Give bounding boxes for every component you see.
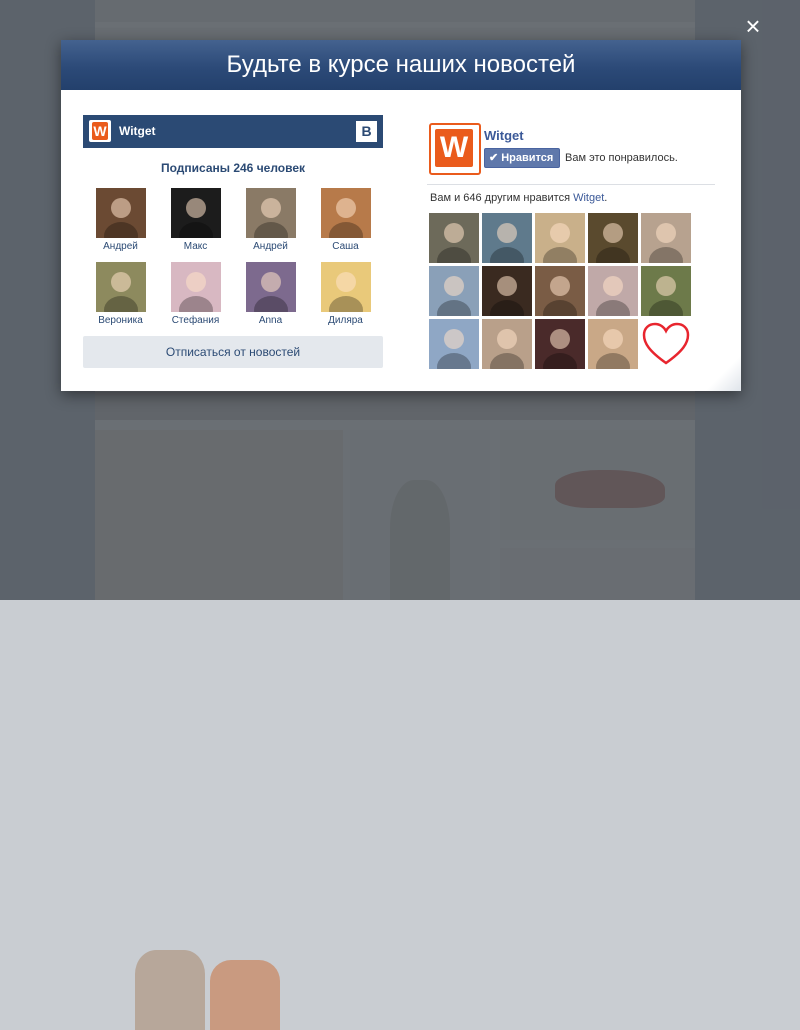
- fb-fan-avatar[interactable]: [641, 213, 691, 263]
- member-avatar[interactable]: [320, 188, 371, 238]
- member-name[interactable]: Саша: [308, 240, 383, 253]
- fb-fan-avatar[interactable]: [535, 213, 585, 263]
- member-avatar[interactable]: [245, 188, 296, 238]
- fb-fan-avatar[interactable]: [429, 213, 479, 263]
- witget-logo-icon: W: [89, 120, 111, 142]
- member-avatar[interactable]: [320, 262, 371, 312]
- vk-logo-icon[interactable]: В: [356, 121, 377, 142]
- member-name[interactable]: Anna: [233, 314, 308, 327]
- vk-member[interactable]: Вероника: [83, 262, 158, 327]
- vk-header-bar[interactable]: W Witget В: [83, 115, 383, 148]
- logo-letter: W: [92, 122, 108, 140]
- member-avatar[interactable]: [170, 262, 221, 312]
- member-name[interactable]: Макс: [158, 240, 233, 253]
- fb-fan-avatar[interactable]: [588, 213, 638, 263]
- vk-member[interactable]: Стефания: [158, 262, 233, 327]
- fb-fan-avatar[interactable]: [429, 319, 479, 369]
- fb-faces-grid: [429, 213, 691, 369]
- member-name[interactable]: Стефания: [158, 314, 233, 327]
- member-avatar[interactable]: [170, 188, 221, 238]
- member-avatar[interactable]: [245, 262, 296, 312]
- fb-liked-text: Вам это понравилось.: [565, 152, 678, 164]
- background-bag-image: [210, 960, 280, 1030]
- vk-member[interactable]: Anna: [233, 262, 308, 327]
- member-name[interactable]: Вероника: [83, 314, 158, 327]
- fb-fan-avatar[interactable]: [588, 319, 638, 369]
- fb-fan-avatar[interactable]: [482, 213, 532, 263]
- vk-subscribers-count: Подписаны 246 человек: [160, 161, 306, 175]
- fb-fan-avatar[interactable]: [535, 266, 585, 316]
- heart-icon: [642, 322, 690, 365]
- unsubscribe-button[interactable]: Отписаться от новостей: [83, 336, 383, 368]
- member-name[interactable]: Диляра: [308, 314, 383, 327]
- likes-count-suffix: .: [604, 192, 608, 204]
- page-curl-highlight: [705, 355, 741, 391]
- fb-page-name[interactable]: Witget: [484, 128, 524, 143]
- member-avatar[interactable]: [95, 188, 146, 238]
- fb-page-link[interactable]: Witget: [573, 192, 604, 204]
- vk-group-name[interactable]: Witget: [119, 115, 156, 148]
- fb-fan-avatar[interactable]: [429, 266, 479, 316]
- witget-logo-icon[interactable]: W: [429, 123, 481, 175]
- likes-count-prefix: Вам и 646 другим нравится: [430, 192, 574, 204]
- vk-members-grid: Андрей Макс Андрей Саша Вероника Стефани…: [83, 188, 383, 327]
- member-name[interactable]: Андрей: [233, 240, 308, 253]
- fb-like-button[interactable]: ✔ Нравится: [484, 148, 561, 168]
- check-icon: ✔: [489, 152, 499, 164]
- like-button-label: Нравится: [501, 152, 554, 164]
- divider: [427, 184, 715, 185]
- fb-fan-avatar[interactable]: [641, 266, 691, 316]
- background-bag-image: [135, 950, 205, 1030]
- member-name[interactable]: Андрей: [83, 240, 158, 253]
- vk-member[interactable]: Саша: [308, 188, 383, 253]
- vk-member[interactable]: Андрей: [83, 188, 158, 253]
- fb-fan-avatar[interactable]: [482, 319, 532, 369]
- fb-fan-avatar[interactable]: [482, 266, 532, 316]
- fb-fan-avatar[interactable]: [535, 319, 585, 369]
- fb-likes-count: Вам и 646 другим нравится Witget.: [430, 192, 607, 204]
- member-avatar[interactable]: [95, 262, 146, 312]
- vk-community-widget: W Witget В Подписаны 246 человек Андрей …: [83, 115, 383, 368]
- fb-fan-avatar[interactable]: [588, 266, 638, 316]
- vk-member[interactable]: Андрей: [233, 188, 308, 253]
- modal-title: Будьте в курсе наших новостей: [61, 40, 741, 90]
- vk-member[interactable]: Макс: [158, 188, 233, 253]
- close-icon[interactable]: ×: [741, 13, 765, 39]
- vk-member[interactable]: Диляра: [308, 262, 383, 327]
- logo-letter: W: [435, 129, 473, 167]
- subscribe-modal: Будьте в курсе наших новостей W Witget В…: [61, 40, 741, 391]
